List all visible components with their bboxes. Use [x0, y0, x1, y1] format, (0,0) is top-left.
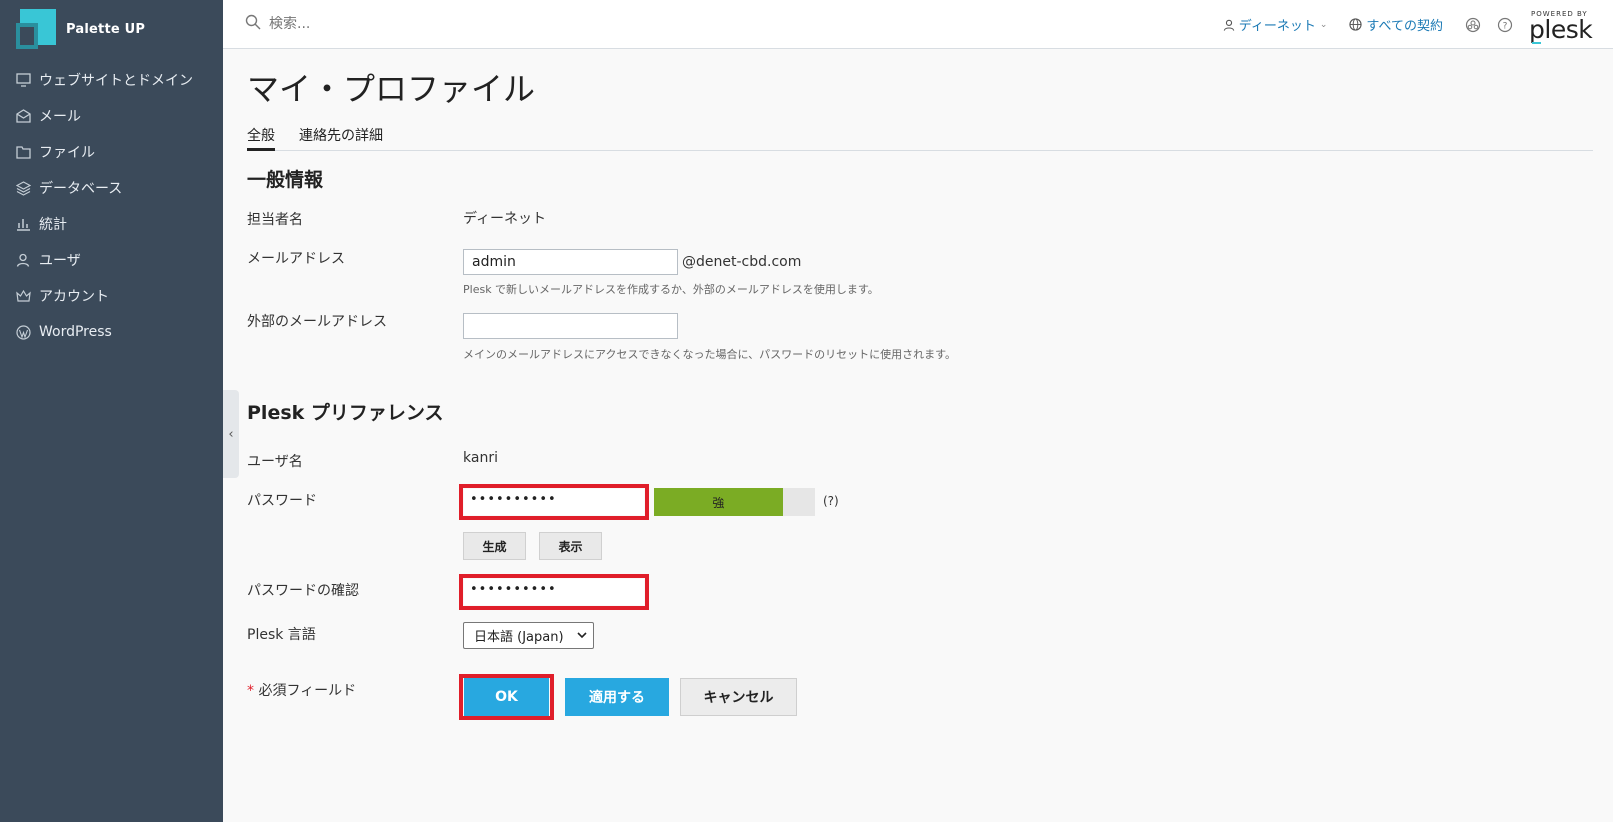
sidebar-item-label: データベース [39, 181, 123, 197]
user-icon [15, 252, 31, 268]
sidebar-item-label: 統計 [39, 217, 67, 233]
required-star: * [247, 683, 254, 699]
svg-text:?: ? [1503, 21, 1508, 31]
contact-name-label: 担当者名 [247, 212, 303, 228]
search-input[interactable] [269, 16, 569, 32]
top-bar: ディーネット ⌄ すべての契約 ? POWERED BY plesk [223, 0, 1613, 49]
sidebar-item-label: ウェブサイトとドメイン [39, 73, 193, 89]
password-strength-label: 強 [712, 495, 725, 510]
sidebar-item-websites[interactable]: ウェブサイトとドメイン [0, 62, 223, 98]
language-label: Plesk 言語 [247, 627, 316, 643]
folder-icon [15, 144, 31, 160]
top-right-controls: ディーネット ⌄ すべての契約 ? POWERED BY plesk [1223, 0, 1613, 49]
sidebar-item-wordpress[interactable]: WordPress [0, 314, 223, 350]
sidebar-item-files[interactable]: ファイル [0, 134, 223, 170]
section-title-preferences: Plesk プリファレンス [247, 402, 444, 424]
globe-icon [1349, 18, 1363, 31]
help-icon[interactable]: ? [1497, 17, 1513, 33]
confirm-password-label: パスワードの確認 [247, 583, 359, 599]
external-email-field[interactable] [463, 313, 678, 339]
user-menu-label: ディーネット [1238, 19, 1316, 34]
database-layers-icon [15, 180, 31, 196]
user-icon [1223, 19, 1235, 31]
page-title: マイ・プロファイル [247, 70, 536, 108]
password-strength-meter: 強 [654, 488, 815, 516]
brand-logo[interactable]: Palette UP [16, 9, 145, 49]
password-label: パスワード [247, 493, 317, 509]
plesk-wordmark: plesk [1529, 14, 1593, 44]
external-email-label: 外部のメールアドレス [247, 314, 387, 330]
language-select-value: 日本語 (Japan) [474, 630, 564, 645]
monitor-icon [15, 72, 31, 88]
sidebar: Palette UP ウェブサイトとドメイン メール ファイル データベース 統… [0, 0, 223, 822]
cancel-button[interactable]: キャンセル [680, 678, 797, 716]
ok-button[interactable]: OK [464, 678, 549, 716]
crown-icon [15, 288, 31, 304]
sidebar-item-account[interactable]: アカウント [0, 278, 223, 314]
sidebar-item-label: WordPress [39, 324, 112, 340]
email-label: メールアドレス [247, 251, 345, 267]
bar-chart-icon [15, 216, 31, 232]
brand-name: Palette UP [66, 21, 146, 37]
username-value: kanri [463, 450, 498, 466]
sidebar-item-label: ユーザ [39, 253, 81, 269]
tab-general[interactable]: 全般 [247, 123, 275, 151]
tab-bar: 全般 連絡先の詳細 [247, 123, 1593, 151]
email-domain: @denet-cbd.com [682, 254, 802, 270]
email-field[interactable] [463, 249, 678, 275]
section-title-general: 一般情報 [247, 169, 324, 191]
chevron-down-icon: ⌄ [1319, 19, 1328, 30]
sidebar-item-label: メール [39, 109, 81, 125]
generate-password-button[interactable]: 生成 [463, 532, 526, 560]
password-help-link[interactable]: (?) [823, 494, 839, 508]
sidebar-item-label: ファイル [39, 145, 95, 161]
sidebar-item-mail[interactable]: メール [0, 98, 223, 134]
contact-name-value: ディーネット [463, 211, 547, 227]
required-fields-note: * 必須フィールド [247, 680, 356, 700]
email-hint: Plesk で新しいメールアドレスを作成するか、外部のメールアドレスを使用します… [463, 283, 879, 296]
plesk-logo: POWERED BY plesk [1529, 5, 1593, 45]
sidebar-nav: ウェブサイトとドメイン メール ファイル データベース 統計 ユーザ アカウント [0, 62, 223, 350]
tab-contact-details[interactable]: 連絡先の詳細 [299, 123, 383, 151]
language-select[interactable]: 日本語 (Japan) [463, 622, 594, 649]
sidebar-item-databases[interactable]: データベース [0, 170, 223, 206]
password-field[interactable]: •••••••••• [464, 489, 644, 515]
search-icon [245, 14, 261, 34]
sidebar-collapse-button[interactable]: ‹ [223, 390, 239, 478]
sidebar-item-label: アカウント [39, 289, 109, 305]
username-label: ユーザ名 [247, 454, 303, 470]
external-email-hint: メインのメールアドレスにアクセスできなくなった場合に、パスワードのリセットに使用… [463, 348, 957, 361]
chevron-left-icon: ‹ [228, 426, 234, 442]
subscriptions-menu[interactable]: すべての契約 [1349, 15, 1443, 34]
required-fields-label: 必須フィールド [258, 683, 357, 699]
chevron-down-icon [577, 629, 587, 644]
user-menu[interactable]: ディーネット ⌄ [1223, 15, 1328, 34]
apply-button[interactable]: 適用する [565, 678, 669, 716]
subscriptions-label: すべての契約 [1366, 19, 1443, 34]
confirm-password-field[interactable]: •••••••••• [464, 579, 644, 605]
show-password-button[interactable]: 表示 [539, 532, 602, 560]
password-strength-fill: 強 [654, 488, 783, 516]
extensions-icon[interactable] [1465, 17, 1481, 33]
mail-icon [15, 108, 31, 124]
sidebar-item-users[interactable]: ユーザ [0, 242, 223, 278]
palette-logo-icon [16, 9, 56, 49]
search-box[interactable] [245, 14, 569, 34]
sidebar-item-statistics[interactable]: 統計 [0, 206, 223, 242]
wordpress-icon [15, 324, 31, 340]
